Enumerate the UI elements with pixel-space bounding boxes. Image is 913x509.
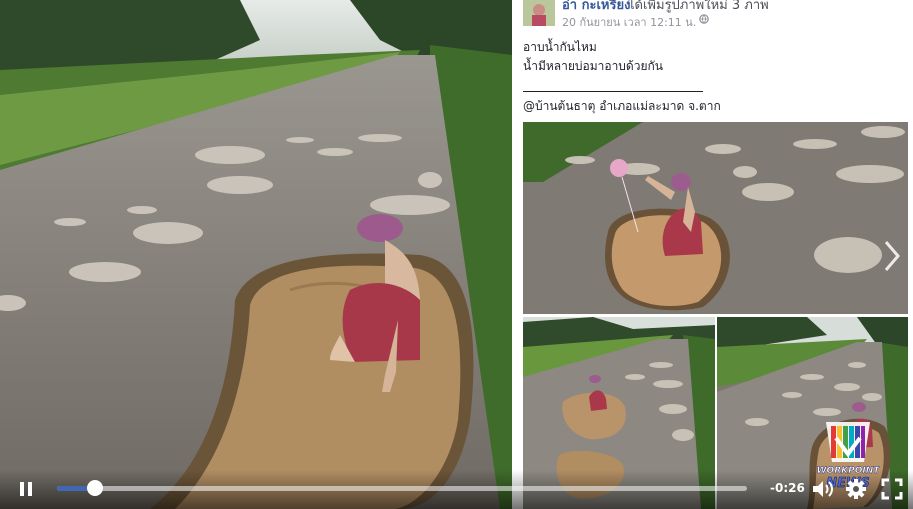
settings-gear-icon[interactable] xyxy=(845,478,867,500)
globe-icon xyxy=(699,14,709,24)
pause-icon[interactable] xyxy=(18,480,34,498)
progress-track[interactable] xyxy=(57,486,747,491)
next-photo-arrow-icon[interactable] xyxy=(882,238,902,274)
post-text-line-2: น้ำมีหลายบ่อมาอาบด้วยกัน xyxy=(523,59,663,73)
volume-icon[interactable] xyxy=(811,478,835,500)
post-text-line-1: อาบน้ำกันไหม xyxy=(523,40,597,54)
video-player[interactable]: อ่า กะเหรี่ยง ได้เพิ่มรูปภาพใหม่ 3 ภาพ 2… xyxy=(0,0,913,509)
progress-scrubber-handle[interactable] xyxy=(86,480,103,496)
post-location-tag[interactable]: @บ้านต้นธาตุ อำเภอแม่ละมาด จ.ตาก xyxy=(523,97,721,116)
video-main-photo xyxy=(0,0,512,509)
fullscreen-icon[interactable] xyxy=(881,478,903,500)
post-divider xyxy=(523,91,703,92)
time-remaining: -0:26 xyxy=(770,481,805,495)
post-photo-1[interactable] xyxy=(523,122,908,314)
post-timestamp[interactable]: 20 กันยายน เวลา 12:11 น. · xyxy=(562,13,703,31)
avatar[interactable] xyxy=(523,0,555,26)
